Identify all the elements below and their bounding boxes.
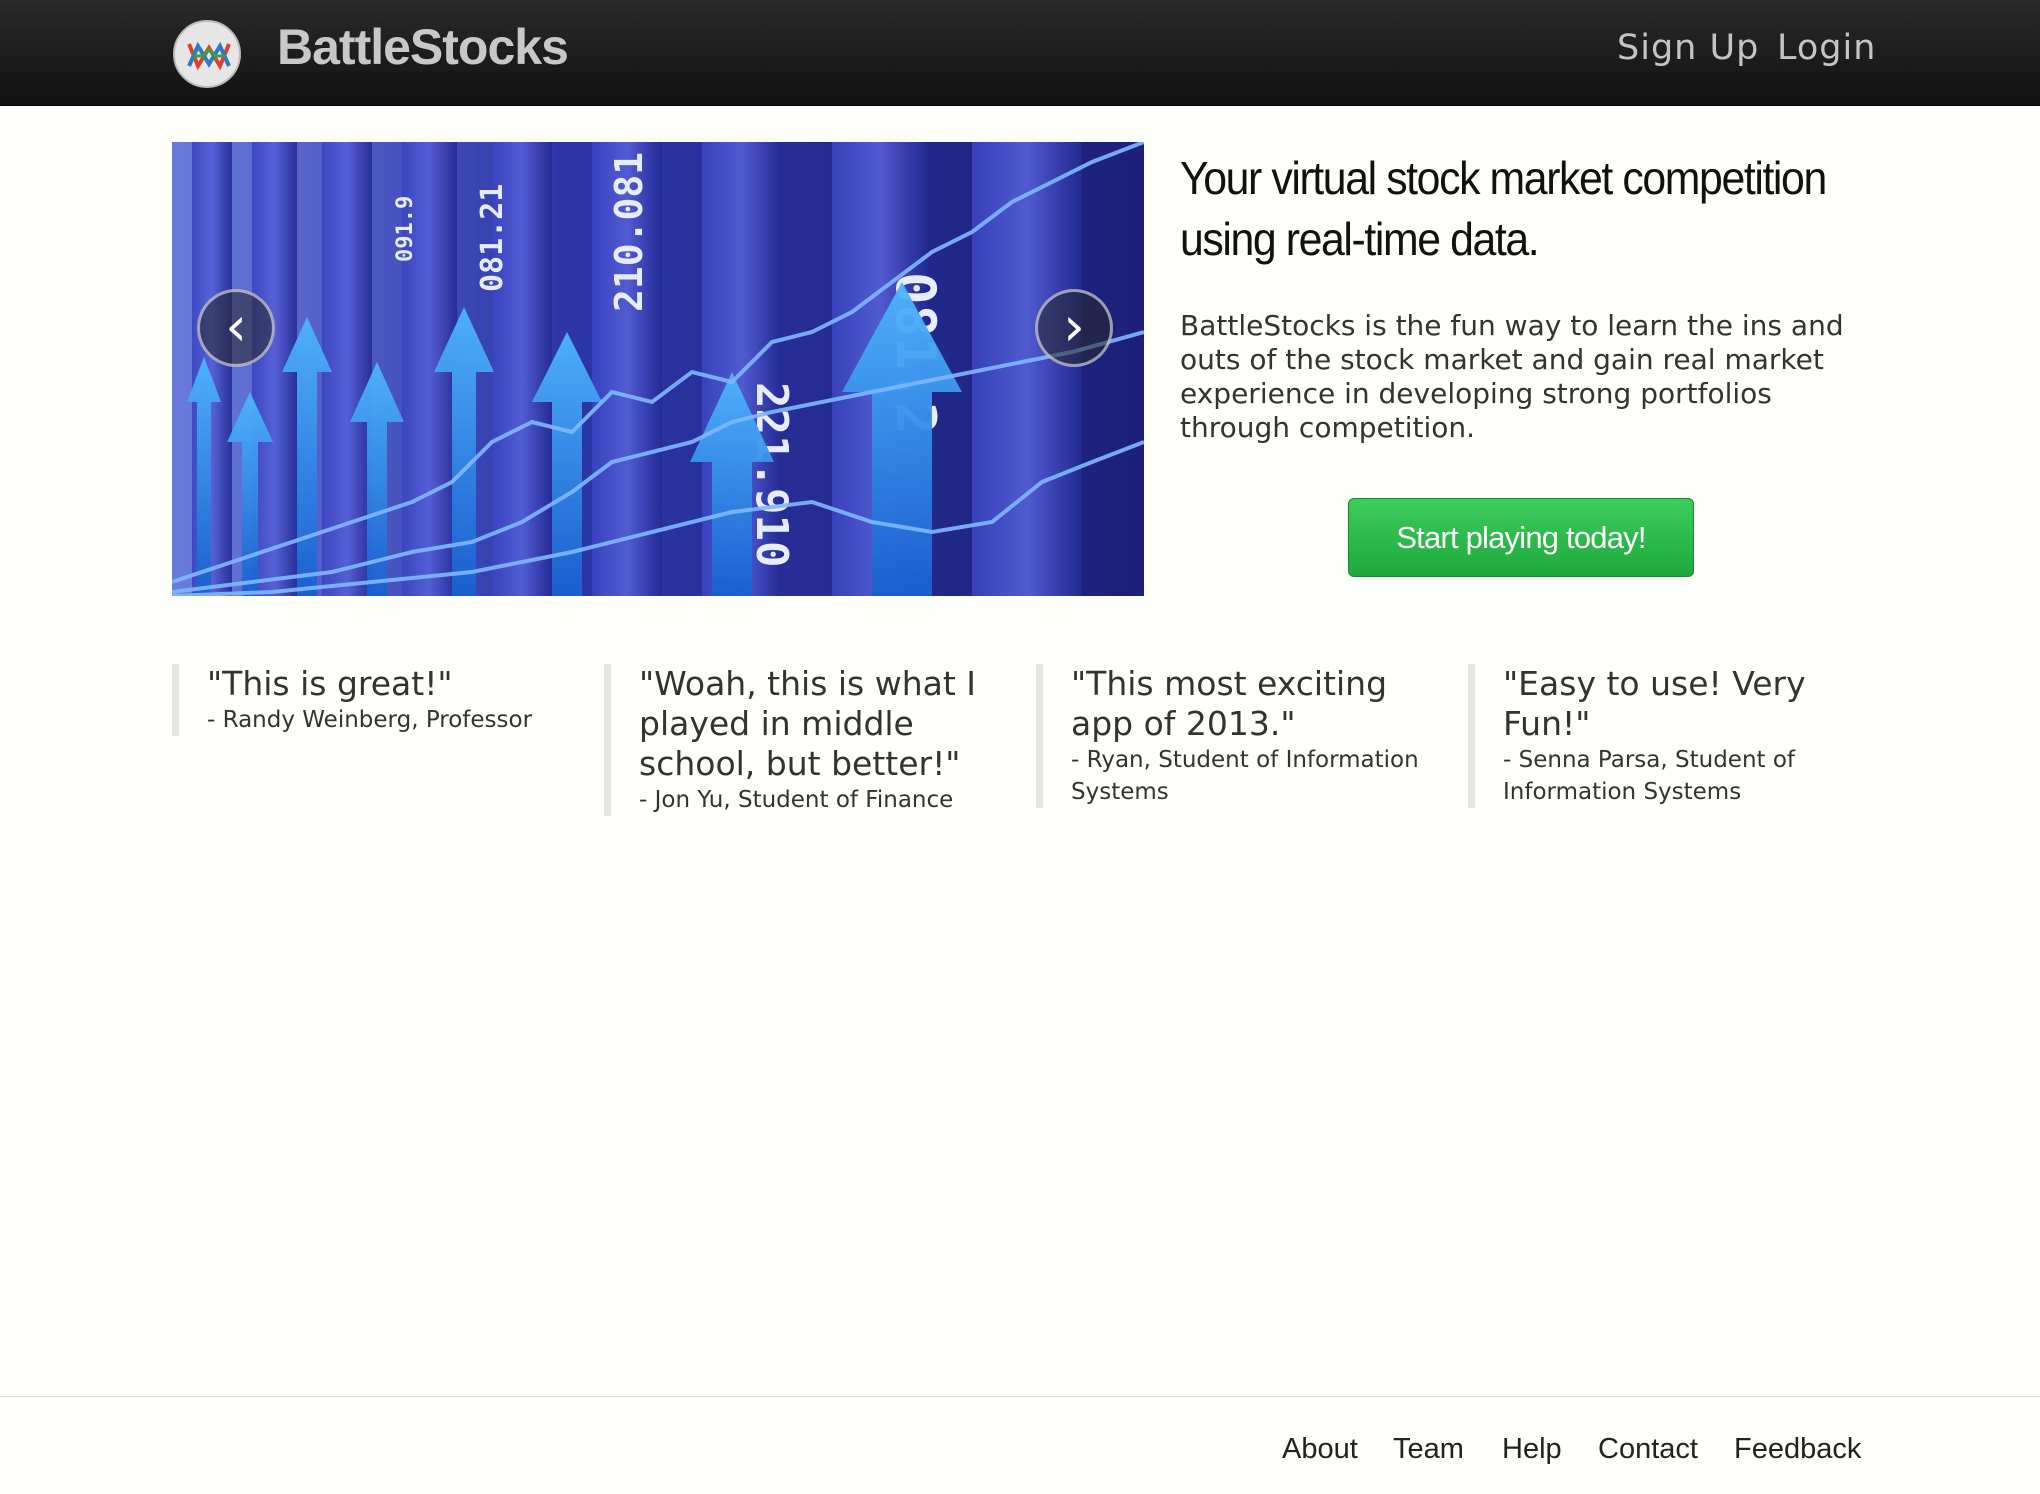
testimonial-author: - Senna Parsa, Student of Information Sy… <box>1503 747 1796 805</box>
hero-description: BattleStocks is the fun way to learn the… <box>1180 309 1844 444</box>
testimonial-author: - Jon Yu, Student of Finance <box>639 787 954 813</box>
chevron-left-icon: ‹ <box>225 295 247 358</box>
footer-divider <box>0 1396 2040 1397</box>
logo-icon[interactable] <box>173 20 241 88</box>
svg-text:091.9: 091.9 <box>393 196 418 262</box>
svg-text:081.21: 081.21 <box>475 184 510 292</box>
sign-up-link[interactable]: Sign Up <box>1617 28 1759 68</box>
testimonial-author: - Ryan, Student of Information Systems <box>1071 747 1419 805</box>
start-playing-button[interactable]: Start playing today! <box>1348 498 1694 577</box>
hero-headline: Your virtual stock market competition us… <box>1180 152 1827 265</box>
testimonial-quote: "Woah, this is what I played in middle s… <box>639 664 977 783</box>
brand-name[interactable]: BattleStocks <box>277 18 569 76</box>
testimonial: "This is great!" - Randy Weinberg, Profe… <box>172 664 572 736</box>
testimonial-quote: "This most exciting app of 2013." <box>1071 664 1388 743</box>
testimonial: "This most exciting app of 2013." - Ryan… <box>1036 664 1436 808</box>
stock-chart-image: 081.21 210.081 221.910 081.2 091.9 <box>172 142 1144 596</box>
chevron-right-icon: › <box>1063 295 1085 358</box>
top-navbar: BattleStocks Sign Up Login <box>0 0 2040 106</box>
testimonial: "Woah, this is what I played in middle s… <box>604 664 1004 816</box>
svg-text:210.081: 210.081 <box>607 152 651 312</box>
carousel-next-button[interactable]: › <box>1035 289 1113 367</box>
hero-carousel[interactable]: 081.21 210.081 221.910 081.2 091.9 ‹ › <box>172 142 1144 596</box>
footer-link-feedback[interactable]: Feedback <box>1734 1433 1861 1466</box>
testimonial-quote: "Easy to use! Very Fun!" <box>1503 664 1806 743</box>
footer-link-about[interactable]: About <box>1282 1433 1358 1466</box>
login-link[interactable]: Login <box>1777 28 1876 68</box>
footer-link-contact[interactable]: Contact <box>1598 1433 1698 1466</box>
testimonial-quote: "This is great!" <box>207 664 453 703</box>
footer-link-help[interactable]: Help <box>1502 1433 1562 1466</box>
testimonial: "Easy to use! Very Fun!" - Senna Parsa, … <box>1468 664 1868 808</box>
footer-link-team[interactable]: Team <box>1393 1433 1464 1466</box>
testimonial-author: - Randy Weinberg, Professor <box>207 707 533 733</box>
carousel-prev-button[interactable]: ‹ <box>197 289 275 367</box>
